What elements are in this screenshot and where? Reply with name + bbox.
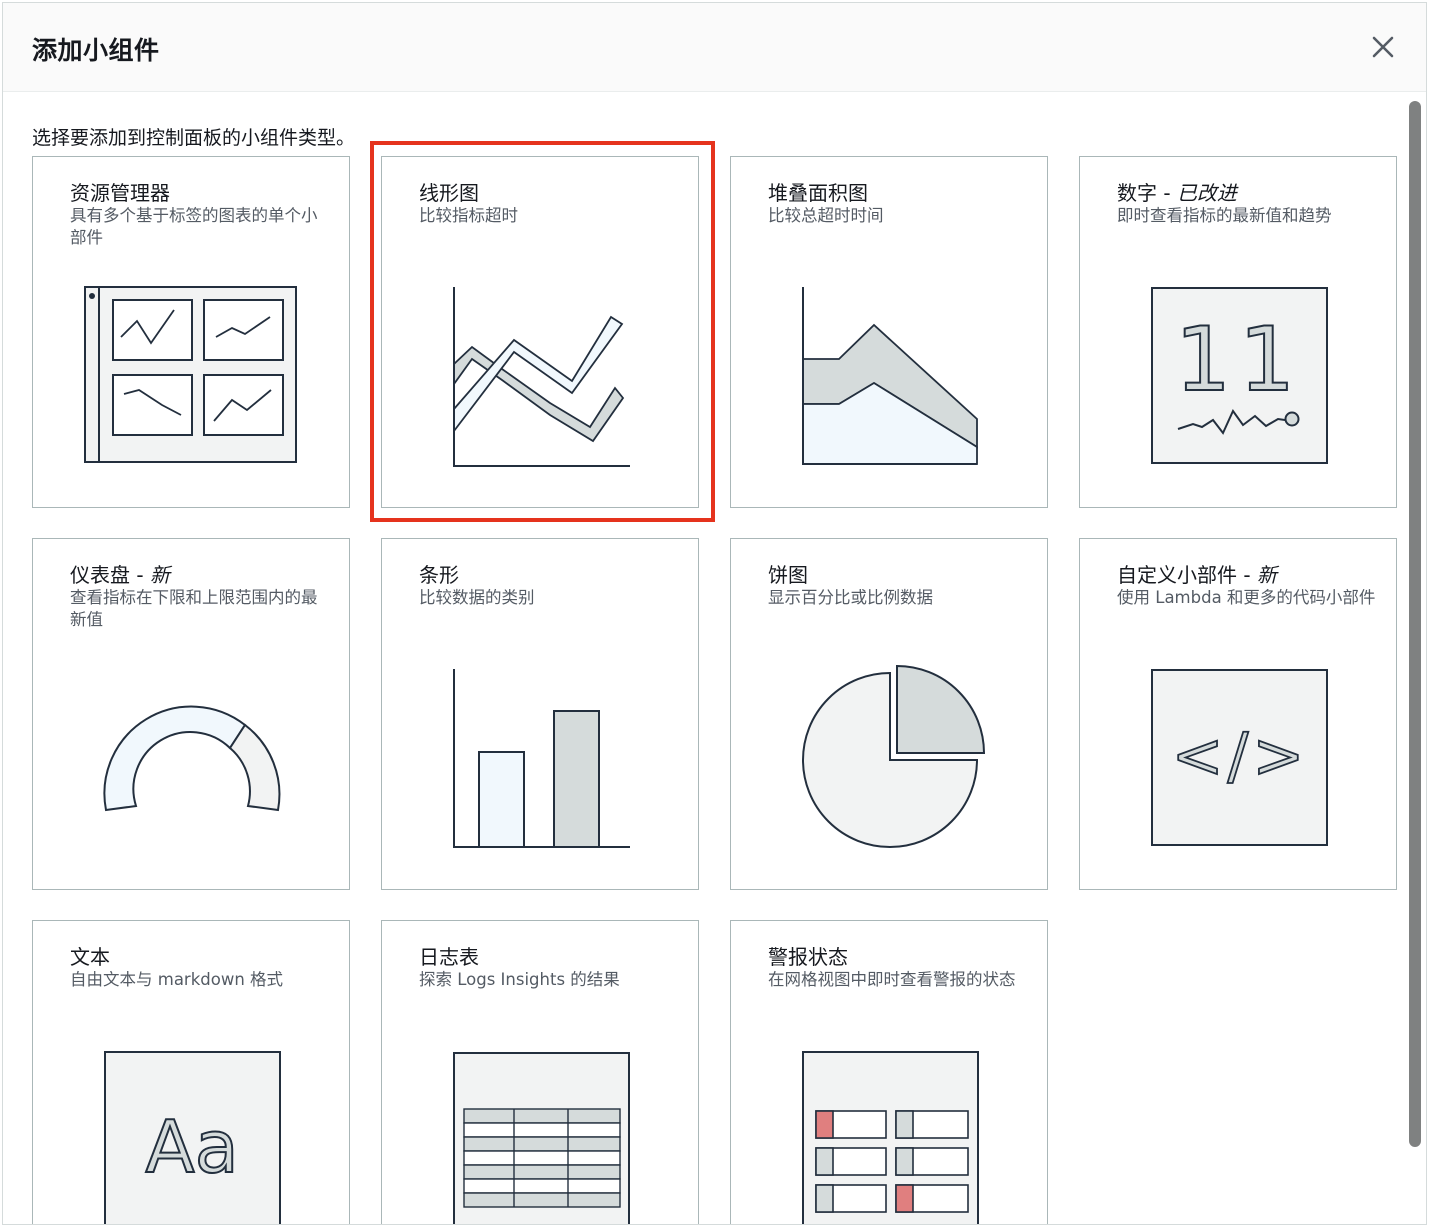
widget-card-stacked-area[interactable]: 堆叠面积图 比较总超时时间 [730,156,1048,508]
modal-header: 添加小组件 [3,3,1426,92]
widget-card-pie[interactable]: 饼图 显示百分比或比例数据 [730,538,1048,890]
widget-card-number[interactable]: 数字 - 已改进 即时查看指标的最新值和趋势 11 [1079,156,1397,508]
number-glyph: 11 [1175,308,1303,411]
scrollbar-thumb[interactable] [1409,101,1421,1147]
number-icon: 11 [1151,287,1328,464]
code-glyph: </> [1172,719,1309,792]
text-icon: Aa [104,1051,281,1224]
code-icon: </> [1151,669,1328,846]
widget-card-gauge[interactable]: 仪表盘 - 新 查看指标在下限和上限范围内的最新值 [32,538,350,890]
widget-card-text[interactable]: 文本 自由文本与 markdown 格式 Aa [32,920,350,1224]
alarm-status-icon [802,1051,979,1224]
add-widget-modal: 添加小组件 选择要添加到控制面板的小组件类型。 资源管理器 具有多个基于标签的图… [2,2,1427,1225]
text-glyph: Aa [145,1105,238,1189]
modal-title: 添加小组件 [32,36,160,65]
widget-card-logs[interactable]: 日志表 探索 Logs Insights 的结果 [381,920,699,1224]
bar-chart-icon [453,669,630,848]
widget-card-line[interactable]: 线形图 比较指标超时 [381,156,699,508]
widget-card-custom[interactable]: 自定义小部件 - 新 使用 Lambda 和更多的代码小部件 </> [1079,538,1397,890]
widget-card-alarm[interactable]: 警报状态 在网格视图中即时查看警报的状态 [730,920,1048,1224]
stacked-area-icon [802,287,978,465]
close-icon [1372,36,1394,58]
close-button[interactable] [1367,31,1399,63]
pie-chart-icon [802,664,986,848]
line-chart-icon [453,287,630,467]
widget-card-bar[interactable]: 条形 比较数据的类别 [381,538,699,890]
gauge-icon [103,705,281,812]
modal-content: 选择要添加到控制面板的小组件类型。 资源管理器 具有多个基于标签的图表的单个小部… [3,93,1426,1224]
widget-card-explorer[interactable]: 资源管理器 具有多个基于标签的图表的单个小部件 [32,156,350,508]
log-table-icon [453,1052,630,1224]
explorer-grid-icon [84,286,297,463]
intro-text: 选择要添加到控制面板的小组件类型。 [32,127,356,149]
scrollbar[interactable] [1408,99,1422,1224]
